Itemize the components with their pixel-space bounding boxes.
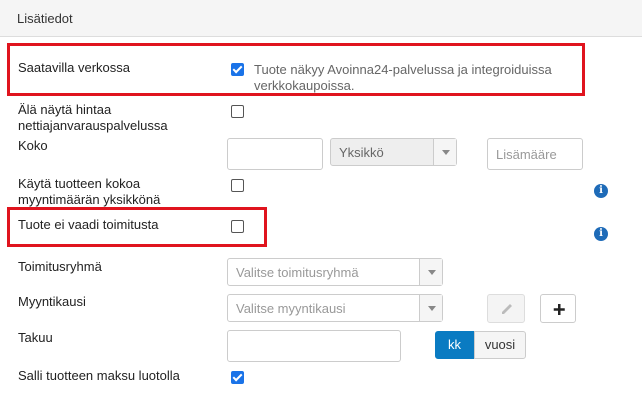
use-size-as-unit-checkbox[interactable]: [231, 179, 244, 192]
info-icon[interactable]: i: [594, 184, 608, 198]
size-unit-select-value: Yksikkö: [339, 145, 384, 160]
pencil-icon: [502, 304, 512, 314]
panel-title: Lisätiedot: [17, 11, 73, 26]
chevron-down-icon: [433, 139, 456, 165]
available-online-checkbox[interactable]: [231, 63, 244, 76]
plus-icon: [553, 304, 565, 315]
sales-period-select[interactable]: Valitse myyntikausi: [227, 294, 443, 322]
allow-credit-checkbox[interactable]: [231, 371, 244, 384]
delivery-group-select-value: Valitse toimitusryhmä: [236, 265, 359, 280]
panel-header: Lisätiedot: [0, 0, 642, 37]
delivery-group-select[interactable]: Valitse toimitusryhmä: [227, 258, 443, 286]
hide-price-label: Älä näytä hintaa nettiajanvarauspalvelus…: [18, 102, 168, 133]
size-extra-input[interactable]: Lisämääre: [487, 138, 583, 170]
no-delivery-checkbox[interactable]: [231, 220, 244, 233]
no-delivery-label: Tuote ei vaadi toimitusta: [18, 217, 159, 232]
sales-period-label: Myyntikausi: [18, 294, 86, 309]
warranty-label: Takuu: [18, 330, 53, 345]
info-icon[interactable]: i: [594, 227, 608, 241]
warranty-unit-kk[interactable]: kk: [435, 331, 474, 359]
allow-credit-label: Salli tuotteen maksu luotolla: [18, 368, 180, 383]
size-unit-select[interactable]: Yksikkö: [330, 138, 457, 166]
edit-sales-period-button[interactable]: [487, 294, 525, 323]
sales-period-select-value: Valitse myyntikausi: [236, 301, 346, 316]
available-online-label: Saatavilla verkossa: [18, 60, 130, 75]
add-sales-period-button[interactable]: [540, 294, 576, 323]
size-extra-placeholder: Lisämääre: [496, 147, 557, 162]
available-online-help: Tuote näkyy Avoinna24-palvelussa ja inte…: [254, 62, 552, 93]
chevron-down-icon: [419, 295, 442, 321]
warranty-input[interactable]: [227, 330, 401, 362]
chevron-down-icon: [419, 259, 442, 285]
use-size-as-unit-label: Käytä tuotteen kokoa myyntimäärän yksikk…: [18, 176, 161, 207]
size-input[interactable]: [227, 138, 323, 170]
hide-price-checkbox[interactable]: [231, 105, 244, 118]
size-label: Koko: [18, 138, 48, 153]
warranty-unit-vuosi[interactable]: vuosi: [474, 331, 526, 359]
delivery-group-label: Toimitusryhmä: [18, 259, 102, 274]
